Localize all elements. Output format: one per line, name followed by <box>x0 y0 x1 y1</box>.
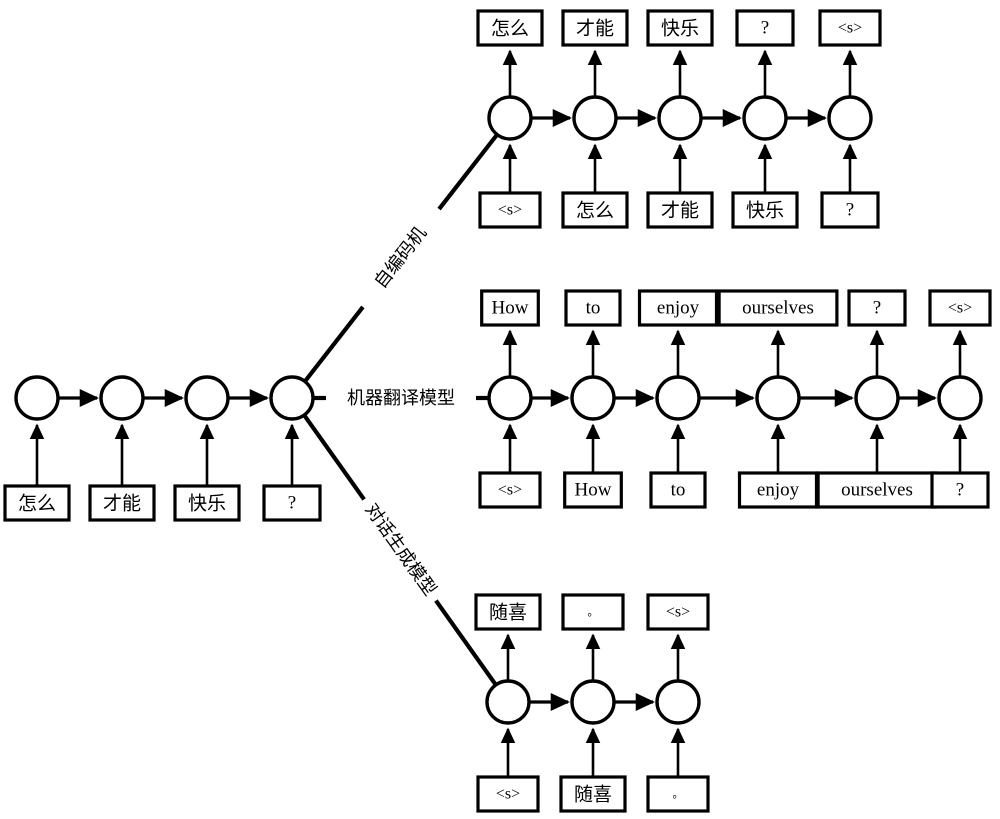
token-label: <s> <box>498 202 522 219</box>
autoencoder-cell-2 <box>572 95 618 141</box>
encoder-input-3: 快乐 <box>173 484 241 522</box>
branch-dialogue-generation: 对话生成模型 <box>303 414 497 686</box>
encoder-input-2: 才能 <box>88 484 156 522</box>
token-label: 随喜 <box>574 784 612 806</box>
token-label: How <box>492 297 529 318</box>
token-label: <s> <box>666 604 690 621</box>
seq2seq-diagram: 怎么 才能 快乐? 怎么 <s> 才能 怎么 快乐 才能? 快乐 <s>? How <s> to How en… <box>0 0 1000 819</box>
machine-translation-cell-1 <box>487 375 533 421</box>
encoder-cell-1 <box>14 375 60 421</box>
token-label: <s> <box>948 300 972 317</box>
branch-label-dialogue-generation: 对话生成模型 <box>361 500 441 600</box>
machine-translation-cell-4 <box>755 375 801 421</box>
machine-translation-input-3: to <box>649 471 707 509</box>
machine-translation-cell-6 <box>937 375 983 421</box>
machine-translation-output-6: <s> <box>928 289 992 327</box>
machine-translation-input-1: <s> <box>478 471 542 509</box>
encoder-input-4: ? <box>262 484 322 522</box>
token-label: ourselves <box>742 297 814 318</box>
autoencoder-output-4: ? <box>735 9 795 47</box>
token-label: ? <box>846 199 854 220</box>
token-label: 才能 <box>103 493 141 515</box>
token-label: enjoy <box>757 479 800 500</box>
machine-translation-output-5: ? <box>847 289 907 327</box>
token-label: 随喜 <box>489 602 527 624</box>
encoder-cell-4 <box>269 375 315 421</box>
dialogue-generation-cell-2 <box>570 679 616 725</box>
autoencoder-output-1: 怎么 <box>476 9 544 47</box>
machine-translation-input-6: ? <box>930 471 990 509</box>
autoencoder-input-3: 才能 <box>646 191 714 229</box>
machine-translation-input-4: enjoy <box>737 471 819 509</box>
branch-labels-layer: 自编码机机器翻译模型对话生成模型 <box>303 134 499 686</box>
token-label: ? <box>956 479 964 500</box>
machine-translation-output-1: How <box>480 289 540 327</box>
token-label: to <box>671 479 686 500</box>
token-label: ourselves <box>841 479 913 500</box>
dialogue-generation-input-2: 随喜 <box>559 775 627 813</box>
autoencoder-cell-4 <box>742 95 788 141</box>
token-label: to <box>586 297 601 318</box>
token-label: enjoy <box>657 297 700 318</box>
autoencoder-input-1: <s> <box>478 191 542 229</box>
autoencoder-input-4: 快乐 <box>731 191 799 229</box>
dialogue-generation-output-3: <s> <box>646 593 710 631</box>
dialogue-generation-output-2: 。 <box>561 593 625 631</box>
autoencoder-output-2: 才能 <box>561 9 629 47</box>
dialogue-generation-output-1: 随喜 <box>474 593 542 631</box>
nodes-layer: 怎么 才能 快乐 ?怎么<s>才能怎么快乐才能?快乐<s>?How<s>toHowen… <box>3 9 992 813</box>
token-label: <s> <box>498 482 522 499</box>
diagram-canvas: 怎么 才能 快乐 ?怎么<s>才能怎么快乐才能?快乐<s>?How<s>toHowen… <box>3 9 992 813</box>
token-label: ? <box>873 297 881 318</box>
encoder-cell-3 <box>184 375 230 421</box>
autoencoder-cell-3 <box>657 95 703 141</box>
machine-translation-output-4: ourselves <box>717 289 839 327</box>
branch-machine-translation: 机器翻译模型 <box>314 388 488 409</box>
branch-label-autoencoder: 自编码机 <box>370 223 431 293</box>
token-label: <s> <box>496 786 520 803</box>
token-label: 怎么 <box>18 493 56 515</box>
machine-translation-input-2: How <box>563 471 623 509</box>
token-label: How <box>575 479 612 500</box>
dialogue-generation-input-3: 。 <box>646 775 710 813</box>
machine-translation-cell-3 <box>655 375 701 421</box>
autoencoder-output-5: <s> <box>818 9 882 47</box>
token-label: <s> <box>838 20 862 37</box>
machine-translation-cell-2 <box>570 375 616 421</box>
machine-translation-output-2: to <box>564 289 622 327</box>
token-label: ? <box>288 492 296 513</box>
token-label: ? <box>761 17 769 38</box>
token-label: 快乐 <box>746 200 784 222</box>
dialogue-generation-input-1: <s> <box>476 775 540 813</box>
token-label: 快乐 <box>188 493 226 515</box>
token-label: 才能 <box>661 200 699 222</box>
machine-translation-cell-5 <box>854 375 900 421</box>
branch-label-machine-translation: 机器翻译模型 <box>347 388 455 409</box>
token-label: 。 <box>588 607 599 619</box>
token-label: 快乐 <box>661 18 699 40</box>
autoencoder-input-5: ? <box>820 191 880 229</box>
autoencoder-cell-5 <box>827 95 873 141</box>
branch-autoencoder: 自编码机 <box>303 134 499 382</box>
dialogue-generation-cell-3 <box>655 679 701 725</box>
autoencoder-input-2: 怎么 <box>561 191 629 229</box>
token-label: 怎么 <box>491 18 529 40</box>
autoencoder-cell-1 <box>487 95 533 141</box>
encoder-input-1: 怎么 <box>3 484 71 522</box>
encoder-cell-2 <box>99 375 145 421</box>
token-label: 。 <box>673 789 684 801</box>
token-label: 才能 <box>576 18 614 40</box>
token-label: 怎么 <box>576 200 614 222</box>
machine-translation-output-3: enjoy <box>637 289 719 327</box>
machine-translation-input-5: ourselves <box>816 471 938 509</box>
autoencoder-output-3: 快乐 <box>646 9 714 47</box>
dialogue-generation-cell-1 <box>485 679 531 725</box>
